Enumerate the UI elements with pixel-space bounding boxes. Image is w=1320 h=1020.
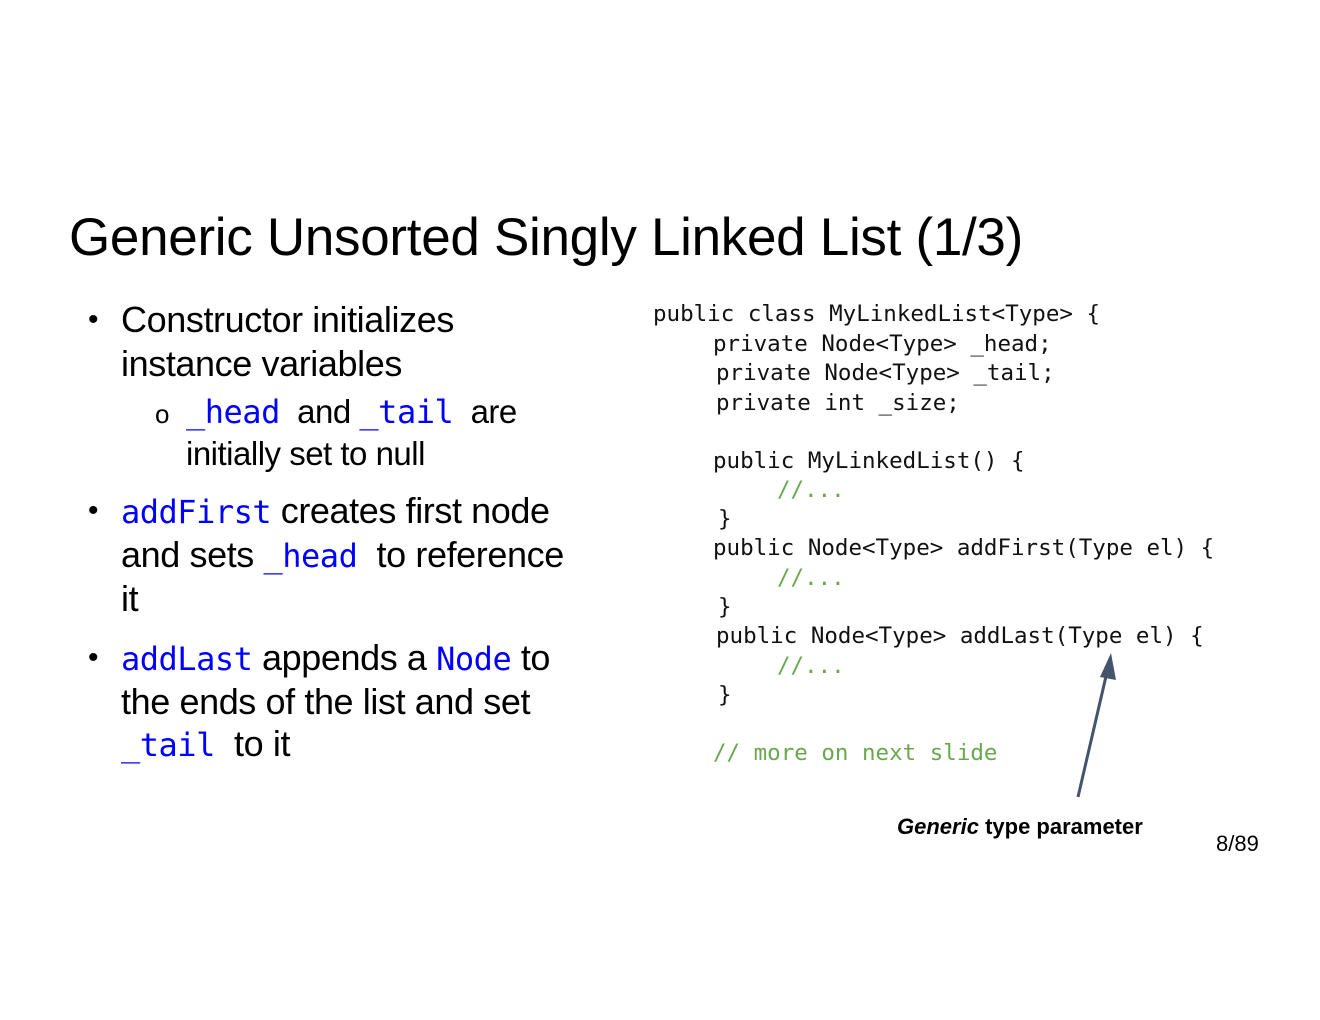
code-line: } xyxy=(718,682,732,708)
code-comment: //... xyxy=(777,653,845,679)
code-comment: //... xyxy=(777,565,845,591)
code-line: private Node<Type> _head; xyxy=(713,331,1052,357)
annotation-label: Generic type parameter xyxy=(897,812,1143,842)
code-line: private int _size; xyxy=(716,390,960,416)
slide: Generic Unsorted Singly Linked List (1/3… xyxy=(0,0,1320,1020)
code-block: public class MyLinkedList<Type> { privat… xyxy=(0,0,1320,1020)
code-line: } xyxy=(718,594,732,620)
page-number: 8/89 xyxy=(1216,831,1259,856)
code-line: public Node<Type> addLast(Type el) { xyxy=(716,623,1204,649)
code-comment: // more on next slide xyxy=(713,740,998,766)
annotation-italic: Generic xyxy=(897,814,979,839)
code-comment: //... xyxy=(777,477,845,503)
code-line: public Node<Type> addFirst(Type el) { xyxy=(713,535,1215,561)
code-line: private Node<Type> _tail; xyxy=(716,360,1055,386)
code-line: public MyLinkedList() { xyxy=(713,448,1025,474)
annotation-text: type parameter xyxy=(985,814,1143,839)
code-line: } xyxy=(718,506,732,532)
code-line: public class MyLinkedList<Type> { xyxy=(653,301,1101,327)
